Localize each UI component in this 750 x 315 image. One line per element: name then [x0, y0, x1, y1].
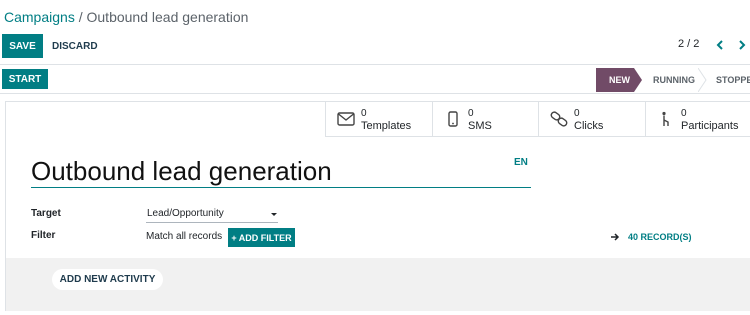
target-label: Target [31, 208, 61, 219]
campaign-name-field[interactable]: Outbound lead generation [31, 156, 332, 187]
breadcrumb-current: Outbound lead generation [86, 9, 249, 25]
status-stopped[interactable]: STOPPED [716, 68, 750, 92]
mobile-icon [448, 111, 458, 127]
save-button[interactable]: SAVE [2, 34, 43, 58]
records-link[interactable]: 40 RECORD(S) [610, 232, 692, 242]
breadcrumb-link-campaigns[interactable]: Campaigns [4, 9, 75, 25]
pager-value[interactable]: 2 / 2 [678, 38, 699, 50]
status-divider-icon [698, 68, 707, 92]
control-panel-divider [0, 64, 750, 65]
sms-smart-button[interactable]: 0 SMS [432, 102, 538, 137]
language-button[interactable]: EN [514, 157, 528, 168]
chevron-right-icon[interactable] [735, 37, 749, 53]
sms-label: SMS [468, 120, 492, 132]
templates-count: 0 [361, 108, 367, 119]
templates-smart-button[interactable]: 0 Templates [325, 102, 432, 137]
envelope-icon [337, 112, 355, 126]
sms-count: 0 [468, 108, 474, 119]
header-divider [0, 93, 750, 94]
breadcrumb: Campaigns / Outbound lead generation [4, 9, 248, 25]
templates-label: Templates [361, 120, 412, 132]
filter-label: Filter [31, 230, 56, 241]
filter-description: Match all records [146, 231, 223, 242]
clicks-count: 0 [574, 108, 580, 119]
target-value: Lead/Opportunity [147, 208, 224, 219]
discard-button[interactable]: DISCARD [52, 34, 98, 58]
participants-icon [662, 111, 669, 126]
target-select[interactable]: Lead/Opportunity [146, 207, 278, 223]
participants-smart-button[interactable]: 0 Participants [645, 102, 750, 137]
status-new[interactable]: NEW [596, 68, 642, 92]
clicks-label: Clicks [574, 120, 604, 132]
clicks-smart-button[interactable]: 0 Clicks [538, 102, 645, 137]
arrow-right-icon [611, 233, 620, 241]
status-running[interactable]: RUNNING [653, 68, 695, 92]
smart-buttons: 0 Templates 0 SMS 0 Clicks 0 Participant… [325, 102, 750, 137]
participants-count: 0 [681, 108, 687, 119]
add-filter-button[interactable]: + ADD FILTER [228, 228, 295, 247]
status-bar: NEW RUNNING STOPPED [596, 68, 750, 92]
start-button[interactable]: START [2, 69, 48, 89]
breadcrumb-separator: / [74, 9, 87, 25]
campaign-name-underline [31, 187, 531, 188]
caret-down-icon [271, 213, 277, 216]
participants-label: Participants [681, 120, 739, 132]
records-count: 40 RECORD(S) [628, 232, 692, 242]
link-icon [550, 111, 568, 127]
add-activity-button[interactable]: ADD NEW ACTIVITY [52, 269, 163, 290]
chevron-left-icon[interactable] [713, 37, 727, 53]
